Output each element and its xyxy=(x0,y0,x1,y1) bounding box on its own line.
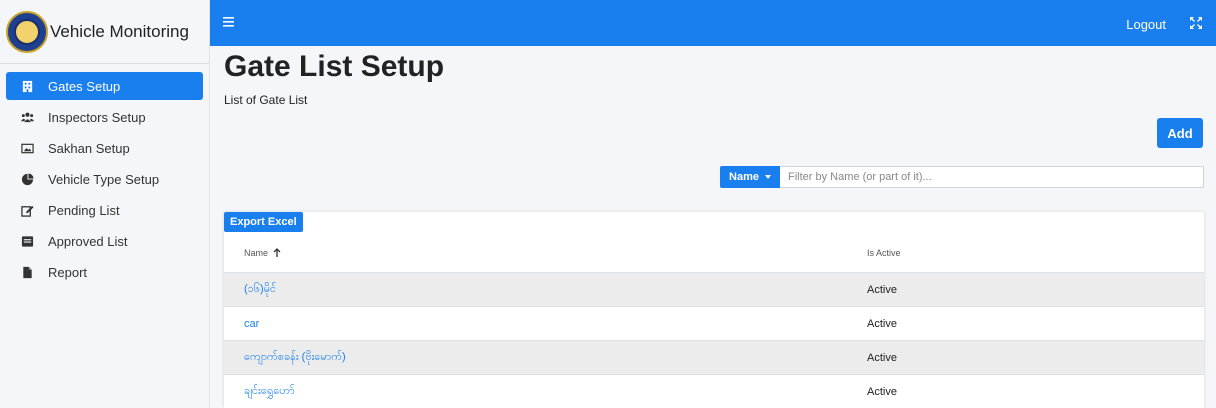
gate-status: Active xyxy=(867,351,897,364)
sidebar-item-label: Sakhan Setup xyxy=(48,140,130,156)
table-row: (၁၆)မိုင် Active xyxy=(224,273,1204,307)
image-icon xyxy=(20,141,34,155)
filter-bar: Name xyxy=(720,166,1204,188)
sidebar-item-gates-setup[interactable]: Gates Setup xyxy=(6,72,203,100)
sidebar-item-label: Gates Setup xyxy=(48,78,121,94)
brand[interactable]: Vehicle Monitoring xyxy=(0,0,209,64)
sidebar-item-pending-list[interactable]: Pending List xyxy=(6,196,203,224)
main-content: Gate List Setup List of Gate List Add Na… xyxy=(210,46,1216,408)
table-header: Name Is Active xyxy=(224,233,1204,273)
filter-field-label: Name xyxy=(729,171,759,183)
filter-input[interactable] xyxy=(780,166,1204,188)
list-icon xyxy=(20,234,34,248)
table-row: ချင်းရွှေဟော် Active xyxy=(224,375,1204,408)
gate-name-link[interactable]: ကျောက်စခန်း (ဗိုးမောက်) xyxy=(224,350,867,366)
building-icon xyxy=(20,79,34,93)
gate-status: Active xyxy=(867,283,897,296)
gate-name-link[interactable]: ချင်းရွှေဟော် xyxy=(224,384,867,400)
gate-list-card: Export Excel Name Is Active (၁၆)မိုင် Ac… xyxy=(224,212,1204,408)
brand-title: Vehicle Monitoring xyxy=(50,21,189,41)
sidebar-item-vehicle-type-setup[interactable]: Vehicle Type Setup xyxy=(6,165,203,193)
caret-down-icon xyxy=(764,175,771,179)
sort-ascending-icon[interactable] xyxy=(272,247,282,258)
sidebar: Vehicle Monitoring Gates Setup Inspector… xyxy=(0,0,210,408)
page-subtitle: List of Gate List xyxy=(224,93,308,107)
filter-field-dropdown[interactable]: Name xyxy=(720,166,780,188)
file-icon xyxy=(20,265,34,279)
table-row: car Active xyxy=(224,307,1204,341)
sidebar-item-label: Vehicle Type Setup xyxy=(48,171,160,187)
page-title: Gate List Setup xyxy=(224,50,445,83)
sidebar-item-label: Report xyxy=(48,264,88,280)
gate-status: Active xyxy=(867,385,897,398)
users-icon xyxy=(20,110,34,124)
add-button[interactable]: Add xyxy=(1157,118,1203,148)
gate-status: Active xyxy=(867,317,897,330)
sidebar-item-label: Pending List xyxy=(48,202,120,218)
sidebar-item-label: Approved List xyxy=(48,233,128,249)
export-excel-button[interactable]: Export Excel xyxy=(224,212,303,232)
sidebar-menu: Gates Setup Inspectors Setup Sakhan Setu… xyxy=(0,64,209,286)
menu-toggle-icon[interactable] xyxy=(222,14,238,30)
column-header-label: Name xyxy=(244,247,269,258)
sidebar-item-inspectors-setup[interactable]: Inspectors Setup xyxy=(6,103,203,131)
fullscreen-icon[interactable] xyxy=(1188,15,1204,31)
column-header-is-active[interactable]: Is Active xyxy=(867,248,901,258)
gate-name-link[interactable]: (၁၆)မိုင် xyxy=(224,282,867,298)
logout-link[interactable]: Logout xyxy=(1126,17,1166,32)
top-navbar: Logout xyxy=(210,0,1216,46)
sidebar-item-report[interactable]: Report xyxy=(6,258,203,286)
table-row: ကျောက်စခန်း (ဗိုးမောက်) Active xyxy=(224,341,1204,375)
gate-name-link[interactable]: car xyxy=(224,318,867,330)
sidebar-item-approved-list[interactable]: Approved List xyxy=(6,227,203,255)
sidebar-item-sakhan-setup[interactable]: Sakhan Setup xyxy=(6,134,203,162)
sidebar-item-label: Inspectors Setup xyxy=(48,109,146,125)
logo xyxy=(6,10,48,53)
column-header-name[interactable]: Name xyxy=(224,248,867,258)
gate-table: Name Is Active (၁၆)မိုင် Active car Acti… xyxy=(224,233,1204,408)
edit-icon xyxy=(20,203,34,217)
pie-chart-icon xyxy=(20,172,34,186)
